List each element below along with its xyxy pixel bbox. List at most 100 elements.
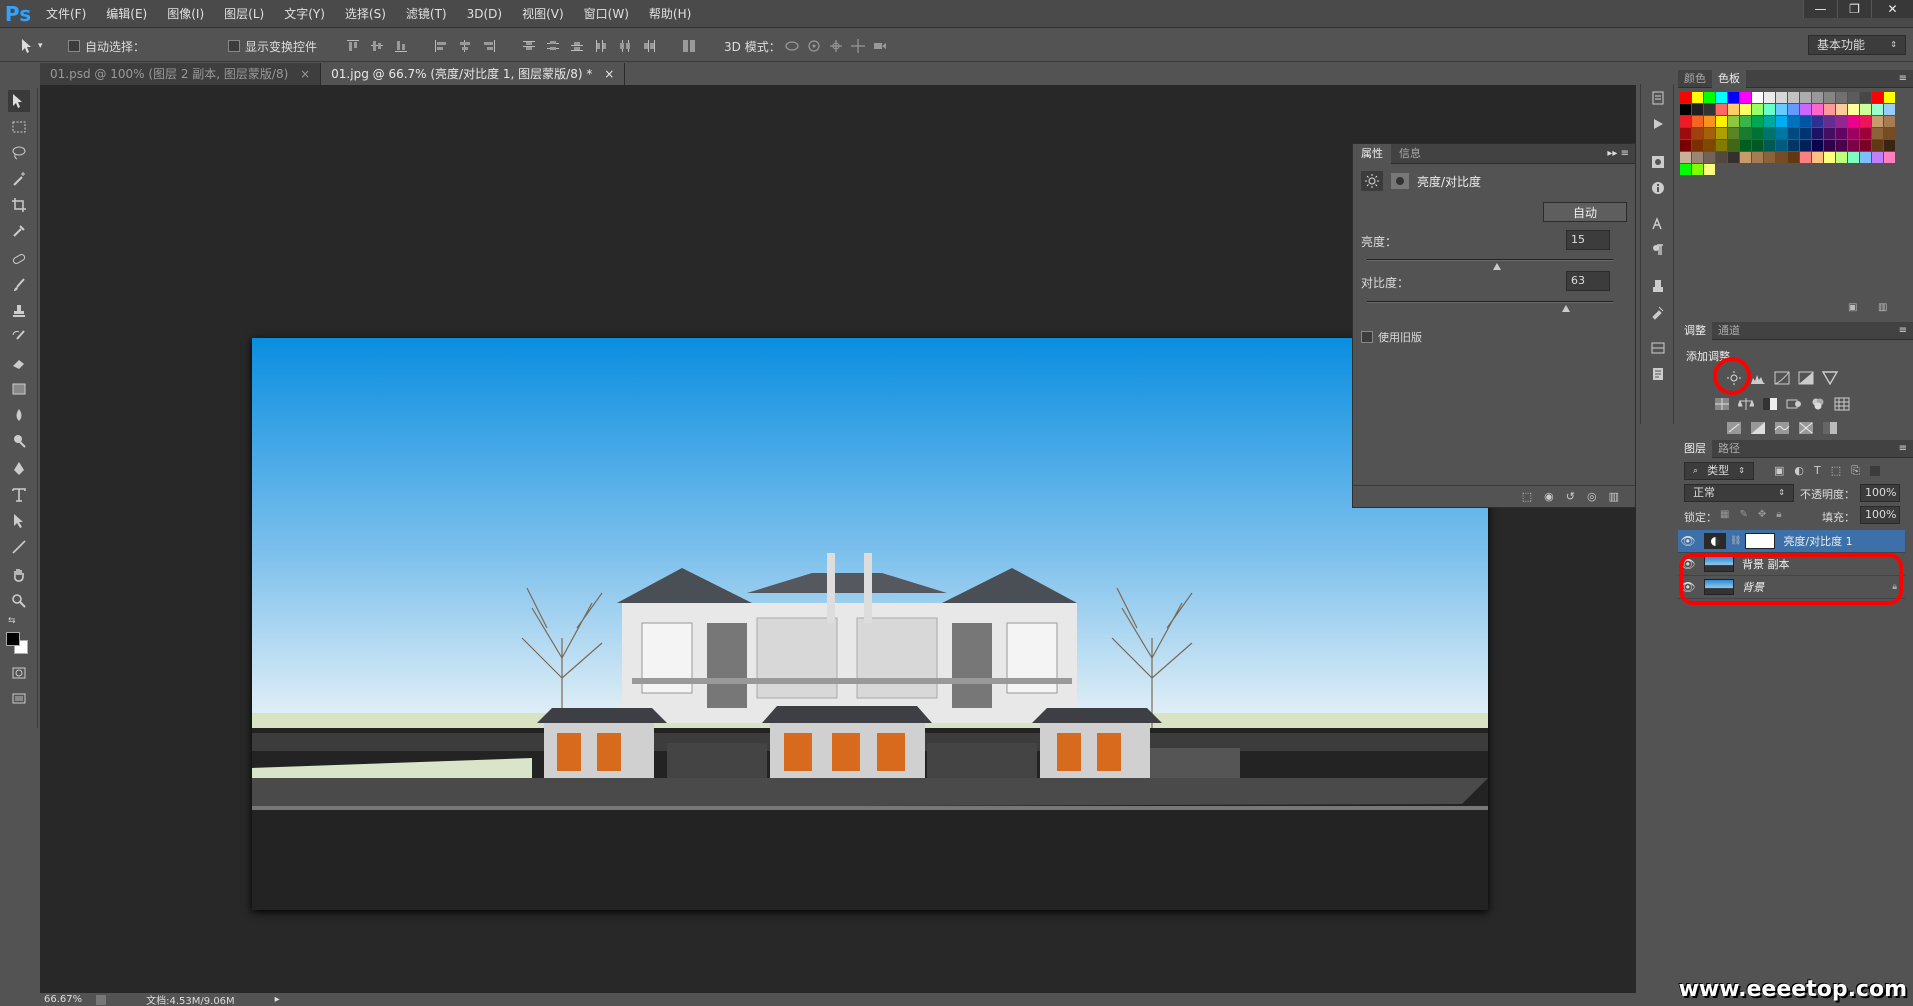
swatch[interactable] <box>1824 92 1835 103</box>
lock-transparent-icon[interactable]: ▦ <box>1720 509 1729 520</box>
menu-3d[interactable]: 3D(D) <box>457 0 512 28</box>
lock-position-icon[interactable]: ✥ <box>1758 509 1766 520</box>
delete-swatch-icon[interactable]: ▥ <box>1878 302 1887 313</box>
tool-presets-panel-icon[interactable] <box>1648 302 1668 322</box>
swatch[interactable] <box>1680 140 1691 151</box>
swatch[interactable] <box>1692 152 1703 163</box>
swatch[interactable] <box>1848 116 1859 127</box>
swatch[interactable] <box>1824 140 1835 151</box>
swatch[interactable] <box>1728 128 1739 139</box>
tab-color[interactable]: 颜色 <box>1678 70 1712 88</box>
distribute-bottom-icon[interactable] <box>569 38 585 54</box>
tab-channels[interactable]: 通道 <box>1712 322 1746 340</box>
swatch[interactable] <box>1740 104 1751 115</box>
tab-01-psd[interactable]: 01.psd @ 100% (图层 2 副本, 图层蒙版/8) × <box>40 63 322 85</box>
color-balance-adj-icon[interactable] <box>1737 396 1755 412</box>
layer-mask-thumb[interactable] <box>1745 533 1776 549</box>
menu-file[interactable]: 文件(F) <box>36 0 96 28</box>
filter-shape-icon[interactable]: ⬚ <box>1831 464 1841 478</box>
swatch[interactable] <box>1740 152 1751 163</box>
menu-type[interactable]: 文字(Y) <box>274 0 335 28</box>
actions-panel-icon[interactable] <box>1648 114 1668 134</box>
swatch[interactable] <box>1836 128 1847 139</box>
swatch[interactable] <box>1824 152 1835 163</box>
swatch[interactable] <box>1704 104 1715 115</box>
swatch[interactable] <box>1884 152 1895 163</box>
align-bottom-icon[interactable] <box>393 38 409 54</box>
contrast-slider-thumb[interactable] <box>1562 305 1571 312</box>
visibility-icon[interactable]: ◎ <box>1587 490 1597 503</box>
swatch[interactable] <box>1704 164 1715 175</box>
hand-tool[interactable] <box>8 564 30 586</box>
eyedropper-tool[interactable] <box>8 220 30 242</box>
swatch[interactable] <box>1692 116 1703 127</box>
swatch[interactable] <box>1872 152 1883 163</box>
menu-help[interactable]: 帮助(H) <box>639 0 701 28</box>
swatch[interactable] <box>1812 152 1823 163</box>
swatch[interactable] <box>1800 104 1811 115</box>
move-tool[interactable] <box>8 90 30 112</box>
panel-menu-icon[interactable]: ≡ <box>1899 443 1913 454</box>
distribute-hcenter-icon[interactable] <box>617 38 633 54</box>
swatch-grid[interactable] <box>1680 92 1900 192</box>
swatch[interactable] <box>1764 152 1775 163</box>
tab-paths[interactable]: 路径 <box>1712 440 1746 458</box>
chain-link-icon[interactable]: ⛓︎ <box>1730 536 1741 546</box>
filter-pixel-icon[interactable]: ▣ <box>1774 464 1784 478</box>
swatch[interactable] <box>1680 116 1691 127</box>
posterize-adj-icon[interactable] <box>1749 420 1767 436</box>
clip-to-layer-icon[interactable]: ⬚ <box>1522 490 1532 503</box>
swatch[interactable] <box>1704 128 1715 139</box>
channel-mixer-adj-icon[interactable] <box>1809 396 1827 412</box>
show-transform-checkbox[interactable]: 显示变换控件 <box>228 37 317 55</box>
scale-3d-icon[interactable] <box>872 38 888 54</box>
swatch[interactable] <box>1680 104 1691 115</box>
trash-icon[interactable]: ▥ <box>1609 490 1619 503</box>
swatch[interactable] <box>1716 128 1727 139</box>
tab-properties[interactable]: 属性 <box>1353 143 1391 164</box>
swatch[interactable] <box>1728 104 1739 115</box>
swatch[interactable] <box>1728 92 1739 103</box>
align-right-icon[interactable] <box>481 38 497 54</box>
exposure-adj-icon[interactable] <box>1797 370 1815 386</box>
document-image[interactable] <box>252 338 1488 910</box>
swatch[interactable] <box>1800 140 1811 151</box>
workspace-dropdown[interactable]: 基本功能 ⇕ <box>1808 35 1906 55</box>
swatch[interactable] <box>1848 128 1859 139</box>
menu-edit[interactable]: 编辑(E) <box>96 0 157 28</box>
menu-window[interactable]: 窗口(W) <box>574 0 639 28</box>
swatch[interactable] <box>1752 116 1763 127</box>
swatch[interactable] <box>1716 104 1727 115</box>
menu-select[interactable]: 选择(S) <box>335 0 396 28</box>
zoom-tool[interactable] <box>8 590 30 612</box>
align-top-icon[interactable] <box>345 38 361 54</box>
brightness-slider-thumb[interactable] <box>1493 263 1502 270</box>
close-button[interactable]: ✕ <box>1871 0 1913 18</box>
swatch[interactable] <box>1872 116 1883 127</box>
minimize-button[interactable]: — <box>1803 0 1837 18</box>
swatch[interactable] <box>1692 140 1703 151</box>
swatch[interactable] <box>1872 140 1883 151</box>
swatch[interactable] <box>1680 92 1691 103</box>
swatch[interactable] <box>1884 92 1895 103</box>
menu-filter[interactable]: 滤镜(T) <box>396 0 457 28</box>
reset-icon[interactable]: ↺ <box>1566 490 1575 503</box>
gradient-map-adj-icon[interactable] <box>1821 420 1839 436</box>
swatch[interactable] <box>1776 104 1787 115</box>
swatch[interactable] <box>1740 92 1751 103</box>
swatch[interactable] <box>1824 128 1835 139</box>
swatch[interactable] <box>1836 116 1847 127</box>
distribute-left-icon[interactable] <box>593 38 609 54</box>
black-white-adj-icon[interactable] <box>1761 396 1779 412</box>
paragraph-panel-icon[interactable] <box>1648 240 1668 260</box>
dodge-tool[interactable] <box>8 430 30 452</box>
swatch[interactable] <box>1812 140 1823 151</box>
swatch[interactable] <box>1836 104 1847 115</box>
character-panel-icon[interactable] <box>1648 214 1668 234</box>
swatch[interactable] <box>1728 116 1739 127</box>
tab-01-jpg[interactable]: 01.jpg @ 66.7% (亮度/对比度 1, 图层蒙版/8) * × <box>321 63 626 85</box>
brightness-field[interactable]: 15 <box>1566 230 1610 250</box>
swatch[interactable] <box>1692 164 1703 175</box>
swatch[interactable] <box>1860 104 1871 115</box>
crop-tool[interactable] <box>8 194 30 216</box>
